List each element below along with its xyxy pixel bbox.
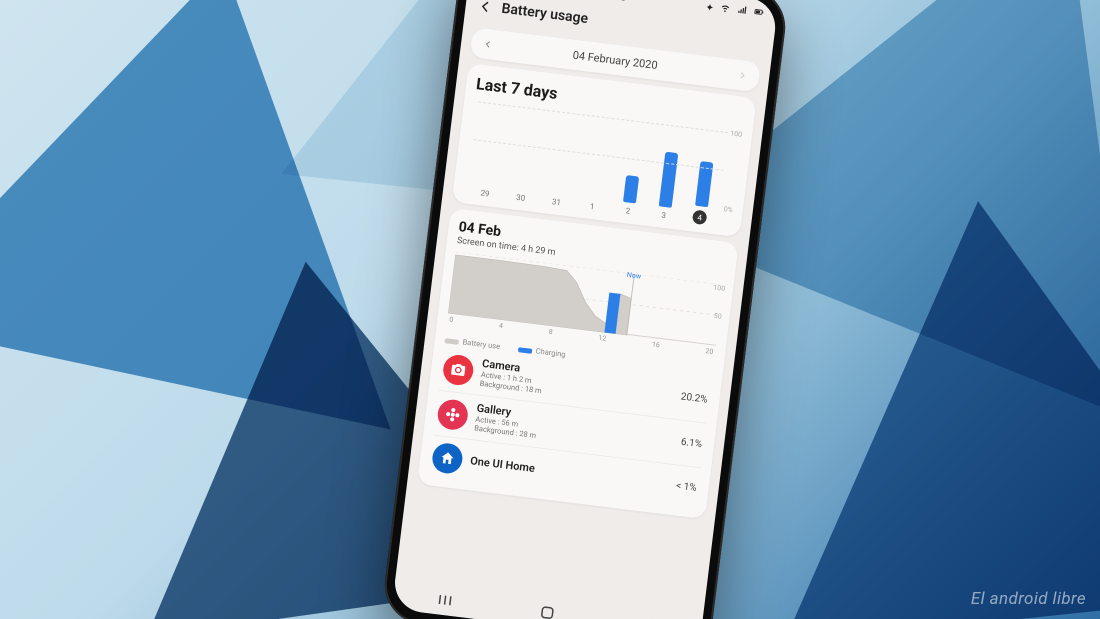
photo-background: El android libre 16:44 ⓕ ✦ [0,0,1100,619]
recents-button[interactable] [434,589,456,611]
date-next-button[interactable] [732,65,752,85]
day-label: 31 [551,197,561,207]
y-axis-100: 100 [730,129,743,138]
home-icon [431,441,464,474]
day-y-100: 100 [713,284,726,293]
day-detail-card: 04 Feb Screen on time: 4 h 29 m Now 100 … [417,208,739,519]
bar [515,189,528,191]
day-label: 30 [516,193,526,203]
last7days-card: Last 7 days 100 0% 2930311234 [452,63,757,237]
phone-screen: 16:44 ⓕ ✦ [392,0,779,619]
day-y-50: 50 [713,312,722,321]
date-prev-button[interactable] [478,34,498,54]
camera-icon [442,353,475,386]
day-label: 4 [692,210,708,226]
hour-tick: 20 [705,347,714,356]
android-nav-bar [392,579,703,619]
app-percent: 6.1% [680,437,702,451]
wifi-icon [720,4,734,16]
hour-tick: 12 [598,334,607,343]
bar [658,152,678,208]
signal-icon [736,6,750,18]
app-name: One UI Home [470,454,678,492]
day-label: 2 [625,206,631,215]
watermark-text: El android libre [971,589,1086,609]
flower-icon [436,398,469,431]
home-button[interactable] [536,602,558,619]
hour-tick: 4 [499,322,504,330]
day-label: 1 [589,202,595,211]
app-percent: < 1% [676,481,698,494]
y-axis-0: 0% [723,205,733,214]
day-bar-30[interactable]: 30 [502,187,539,204]
hour-tick: 0 [449,316,454,324]
hour-tick: 16 [651,340,660,349]
bar [480,184,493,186]
selected-date: 04 February 2020 [572,48,658,71]
day-label: 29 [480,188,490,198]
now-marker-label: Now [626,271,641,281]
vibrate-icon: ✦ [705,2,715,14]
day-bar-31[interactable]: 31 [538,192,575,209]
nav-back-button[interactable] [639,614,661,619]
bar [587,197,600,199]
app-percent: 20.2% [680,392,708,406]
battery-icon [752,8,765,20]
day-label: 3 [661,211,667,220]
day-bar-2[interactable]: 2 [609,173,650,217]
day-bar-1[interactable]: 1 [574,196,611,213]
hour-tick: 8 [548,328,553,336]
page-title: Battery usage [501,1,589,27]
bar [551,193,564,195]
back-button[interactable] [472,0,499,20]
day-bar-29[interactable]: 29 [467,183,504,200]
bar [622,175,638,204]
